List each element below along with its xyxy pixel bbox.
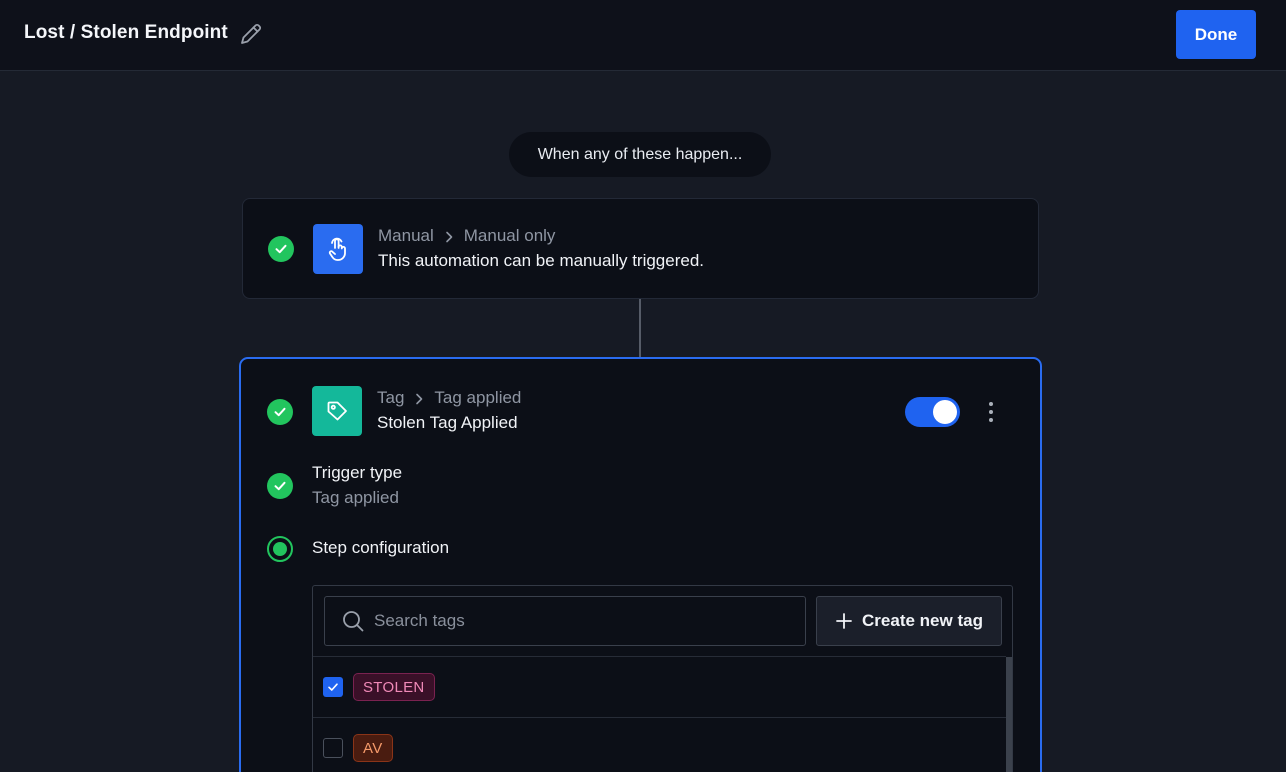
tag-badge: STOLEN <box>353 673 435 701</box>
top-bar: Lost / Stolen Endpoint Done <box>0 0 1286 71</box>
enable-toggle[interactable] <box>905 397 960 427</box>
pencil-icon[interactable] <box>238 21 264 47</box>
check-circle-icon <box>267 473 293 499</box>
more-options-icon[interactable] <box>983 399 999 425</box>
breadcrumb-subcategory: Manual only <box>463 226 556 245</box>
scrollbar[interactable] <box>1006 657 1012 772</box>
check-circle-icon <box>268 236 294 262</box>
check-circle-icon <box>267 399 293 425</box>
tag-trigger-card[interactable]: Tag Tag applied Stolen Tag Applied Trigg… <box>239 357 1042 772</box>
create-new-tag-label: Create new tag <box>862 611 983 630</box>
toggle-knob <box>933 400 957 424</box>
chevron-right-icon <box>442 229 456 243</box>
done-button[interactable]: Done <box>1176 10 1256 59</box>
page-title: Lost / Stolen Endpoint <box>24 22 228 43</box>
tag-checkbox[interactable] <box>323 738 343 758</box>
manual-trigger-card[interactable]: Manual Manual only This automation can b… <box>242 198 1039 299</box>
tag-icon <box>312 386 362 436</box>
step-configuration-label: Step configuration <box>312 538 450 557</box>
tag-checkbox[interactable] <box>323 677 343 697</box>
tag-trigger-name: Stolen Tag Applied <box>377 413 518 432</box>
tag-list-item[interactable]: STOLEN <box>313 657 1006 717</box>
manual-trigger-description: This automation can be manually triggere… <box>378 251 705 270</box>
step-status-icon <box>267 536 293 562</box>
plus-icon <box>836 613 852 629</box>
trigger-type-label: Trigger type <box>312 463 403 482</box>
tag-breadcrumb: Tag Tag applied <box>377 388 521 408</box>
create-new-tag-button[interactable]: Create new tag <box>816 596 1002 646</box>
breadcrumb-subcategory: Tag applied <box>434 388 522 407</box>
tag-badge: AV <box>353 734 393 762</box>
tag-list-item[interactable]: AV <box>313 718 1006 772</box>
hand-pointer-icon <box>313 224 363 274</box>
search-tags-input[interactable] <box>374 611 805 631</box>
manual-breadcrumb: Manual Manual only <box>378 226 555 246</box>
flow-connector <box>639 299 641 357</box>
trigger-type-value: Tag applied <box>312 488 399 507</box>
tag-search-box[interactable] <box>324 596 806 646</box>
breadcrumb-category: Tag <box>377 388 405 407</box>
tags-panel: Create new tag STOLEN AV <box>312 585 1013 772</box>
trigger-intro-pill: When any of these happen... <box>509 132 771 177</box>
search-icon <box>343 611 364 632</box>
breadcrumb-category: Manual <box>378 226 434 245</box>
chevron-right-icon <box>412 391 426 405</box>
